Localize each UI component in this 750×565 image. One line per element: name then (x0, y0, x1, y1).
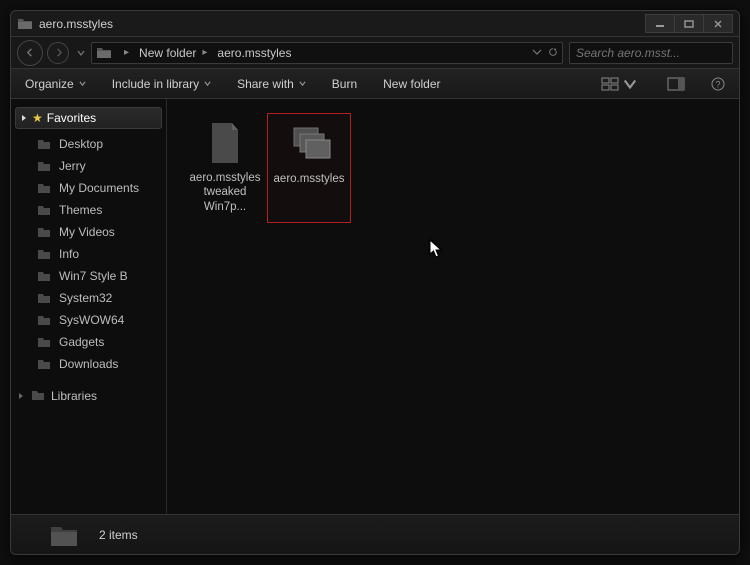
preview-pane-button[interactable] (667, 77, 685, 91)
folder-icon (37, 358, 51, 370)
star-icon: ★ (32, 112, 43, 124)
sidebar-item-jerry[interactable]: Jerry (11, 155, 166, 177)
favorites-group[interactable]: ★ Favorites (15, 107, 162, 129)
folder-icon (37, 138, 51, 150)
sidebar-item-label: Win7 Style B (59, 269, 128, 283)
addressbar-folder-icon (96, 45, 112, 61)
toolbar-label: Include in library (112, 77, 199, 91)
status-folder-icon (49, 521, 79, 549)
search-box[interactable] (569, 42, 733, 64)
minimize-button[interactable] (645, 14, 675, 33)
status-bar: 2 items (11, 514, 739, 554)
folder-icon (37, 248, 51, 260)
sidebar-item-gadgets[interactable]: Gadgets (11, 331, 166, 353)
libraries-label: Libraries (51, 389, 97, 403)
folder-icon (37, 314, 51, 326)
new-folder-button[interactable]: New folder (383, 77, 440, 91)
window-folder-icon (17, 16, 33, 32)
sidebar-item-label: Themes (59, 203, 102, 217)
sidebar-item-my-videos[interactable]: My Videos (11, 221, 166, 243)
sidebar-item-label: Gadgets (59, 335, 104, 349)
breadcrumb-sep-root[interactable]: ▸ (116, 47, 137, 58)
sidebar-item-label: SysWOW64 (59, 313, 124, 327)
breadcrumb-label: New folder (139, 46, 196, 60)
change-view-button[interactable] (599, 77, 641, 91)
nav-forward-button[interactable] (47, 42, 69, 64)
file-item-selected[interactable]: aero.msstyles (267, 113, 351, 223)
close-button[interactable] (703, 14, 733, 33)
sidebar-item-desktop[interactable]: Desktop (11, 133, 166, 155)
sidebar-item-label: Desktop (59, 137, 103, 151)
libraries-group[interactable]: Libraries (15, 385, 162, 407)
folder-icon (37, 336, 51, 348)
sidebar-item-label: Jerry (59, 159, 86, 173)
address-row: ▸ New folder ▸ aero.msstyles (11, 37, 739, 69)
sidebar-item-themes[interactable]: Themes (11, 199, 166, 221)
sidebar-item-downloads[interactable]: Downloads (11, 353, 166, 375)
titlebar[interactable]: aero.msstyles (11, 11, 739, 37)
folder-icon (37, 226, 51, 238)
file-icon (202, 119, 248, 167)
folder-icon (37, 204, 51, 216)
status-text: 2 items (99, 528, 138, 542)
help-button[interactable]: ? (711, 77, 725, 91)
command-bar: Organize Include in library Share with B… (11, 69, 739, 99)
folder-icon (31, 389, 45, 404)
folder-icon (37, 182, 51, 194)
file-label: aero.msstyles (274, 172, 345, 186)
sidebar-item-label: System32 (59, 291, 112, 305)
include-in-library-button[interactable]: Include in library (112, 77, 211, 91)
breadcrumb-label: aero.msstyles (217, 46, 291, 60)
sidebar-item-label: My Documents (59, 181, 139, 195)
sidebar-item-label: Downloads (59, 357, 118, 371)
refresh-icon[interactable] (548, 46, 558, 60)
folder-icon (37, 292, 51, 304)
breadcrumb-item-1[interactable]: New folder ▸ (137, 46, 215, 60)
favorites-list: Desktop Jerry My Documents Themes My Videos I… (11, 133, 166, 375)
folder-icon (37, 270, 51, 282)
nav-history-dropdown[interactable] (77, 46, 85, 60)
toolbar-label: Share with (237, 77, 294, 91)
search-input[interactable] (576, 46, 733, 60)
content-area: ★ Favorites Desktop Jerry My Documents Them… (11, 99, 739, 514)
folder-icon (37, 160, 51, 172)
maximize-button[interactable] (674, 14, 704, 33)
favorites-label: Favorites (47, 111, 96, 125)
address-bar[interactable]: ▸ New folder ▸ aero.msstyles (91, 42, 563, 64)
msstyles-icon (286, 120, 332, 168)
breadcrumb-item-2[interactable]: aero.msstyles (215, 46, 293, 60)
svg-text:?: ? (715, 79, 720, 89)
organize-button[interactable]: Organize (25, 77, 86, 91)
sidebar-item-syswow64[interactable]: SysWOW64 (11, 309, 166, 331)
file-item[interactable]: aero.msstyles tweaked Win7p... (183, 113, 267, 223)
toolbar-label: Burn (332, 77, 357, 91)
sidebar-item-my-documents[interactable]: My Documents (11, 177, 166, 199)
explorer-window: aero.msstyles ▸ New folder ▸ (10, 10, 740, 555)
navigation-pane: ★ Favorites Desktop Jerry My Documents Them… (11, 99, 167, 514)
window-title: aero.msstyles (39, 17, 646, 31)
system-buttons (646, 14, 733, 33)
file-view[interactable]: aero.msstyles tweaked Win7p... aero.msst… (167, 99, 739, 514)
sidebar-item-label: My Videos (59, 225, 115, 239)
addressbar-dropdown-icon[interactable] (532, 46, 542, 60)
sidebar-item-win7-style-b[interactable]: Win7 Style B (11, 265, 166, 287)
sidebar-item-system32[interactable]: System32 (11, 287, 166, 309)
file-label: aero.msstyles tweaked Win7p... (187, 171, 263, 214)
burn-button[interactable]: Burn (332, 77, 357, 91)
share-with-button[interactable]: Share with (237, 77, 306, 91)
sidebar-item-label: Info (59, 247, 79, 261)
sidebar-item-info[interactable]: Info (11, 243, 166, 265)
toolbar-label: New folder (383, 77, 440, 91)
toolbar-label: Organize (25, 77, 74, 91)
nav-back-button[interactable] (17, 40, 43, 66)
